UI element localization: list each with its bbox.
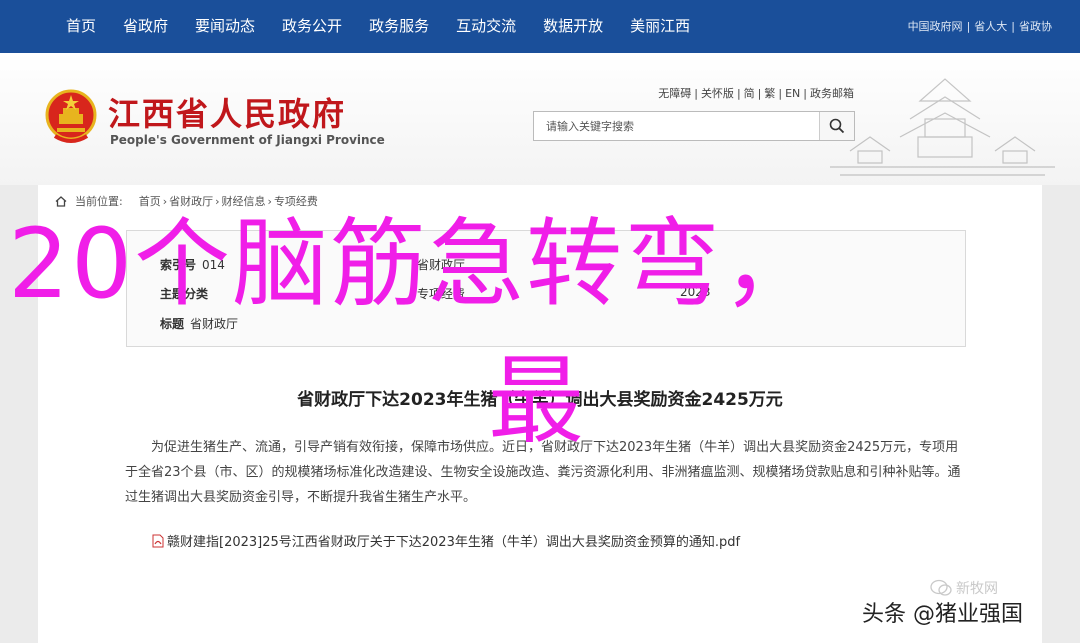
site-subtitle: People's Government of Jiangxi Province bbox=[110, 133, 385, 147]
separator: | bbox=[694, 87, 698, 100]
separator: | bbox=[1011, 20, 1015, 33]
nav-item-open-data[interactable]: 数据开放 bbox=[531, 0, 615, 53]
link-china-gov[interactable]: 中国政府网 bbox=[908, 20, 963, 33]
link-elder-mode[interactable]: 关怀版 bbox=[701, 87, 734, 100]
top-external-links: 中国政府网 | 省人大 | 省政协 bbox=[908, 0, 1052, 53]
site-title[interactable]: 江西省人民政府 bbox=[108, 89, 346, 135]
nav-item-provincial-gov[interactable]: 省政府 bbox=[111, 0, 180, 53]
search-box bbox=[533, 111, 855, 141]
top-nav-bar: 首页 省政府 要闻动态 政务公开 政务服务 互动交流 数据开放 美丽江西 中国政… bbox=[0, 0, 1080, 53]
wechat-icon bbox=[930, 579, 952, 596]
nav-menu: 首页 省政府 要闻动态 政务公开 政务服务 互动交流 数据开放 美丽江西 bbox=[42, 0, 705, 53]
watermark-toutiao: 头条 @猪业强国 bbox=[862, 602, 1023, 627]
link-simplified[interactable]: 简 bbox=[744, 87, 755, 100]
link-english[interactable]: EN bbox=[785, 87, 800, 100]
link-traditional[interactable]: 繁 bbox=[764, 87, 775, 100]
pdf-icon bbox=[152, 534, 164, 547]
national-emblem-icon[interactable] bbox=[45, 88, 97, 144]
attachment-filename: 赣财建指[2023]25号江西省财政厅关于下达2023年生猪（牛羊）调出大县奖励… bbox=[167, 535, 741, 550]
separator: | bbox=[778, 87, 783, 100]
search-input[interactable] bbox=[534, 112, 819, 140]
site-header: 江西省人民政府 People's Government of Jiangxi P… bbox=[0, 53, 1080, 185]
separator: | bbox=[736, 87, 741, 100]
separator: | bbox=[757, 87, 762, 100]
link-accessibility[interactable]: 无障碍 bbox=[658, 87, 691, 100]
link-provincial-congress[interactable]: 省人大 bbox=[974, 20, 1007, 33]
tengwang-pavilion-illustration bbox=[830, 78, 1055, 176]
separator: | bbox=[803, 87, 807, 100]
attachment-link[interactable]: 赣财建指[2023]25号江西省财政厅关于下达2023年生猪（牛羊）调出大县奖励… bbox=[152, 531, 740, 550]
nav-item-interaction[interactable]: 互动交流 bbox=[444, 0, 528, 53]
nav-item-public-affairs[interactable]: 政务公开 bbox=[270, 0, 354, 53]
link-provincial-cppcc[interactable]: 省政协 bbox=[1019, 20, 1052, 33]
overlay-headline: 20个脑筋急转弯， bbox=[8, 208, 821, 320]
accessibility-links: 无障碍 | 关怀版 | 简 | 繁 | EN | 政务邮箱 bbox=[658, 85, 854, 101]
nav-item-services[interactable]: 政务服务 bbox=[357, 0, 441, 53]
overlay-headline-line2: 最 bbox=[488, 345, 584, 457]
nav-item-beautiful-jiangxi[interactable]: 美丽江西 bbox=[618, 0, 702, 53]
nav-item-news[interactable]: 要闻动态 bbox=[183, 0, 267, 53]
nav-item-home[interactable]: 首页 bbox=[42, 0, 108, 53]
watermark-source: 新牧网 bbox=[930, 578, 998, 598]
separator: | bbox=[966, 20, 971, 33]
watermark-source-text: 新牧网 bbox=[956, 581, 998, 597]
